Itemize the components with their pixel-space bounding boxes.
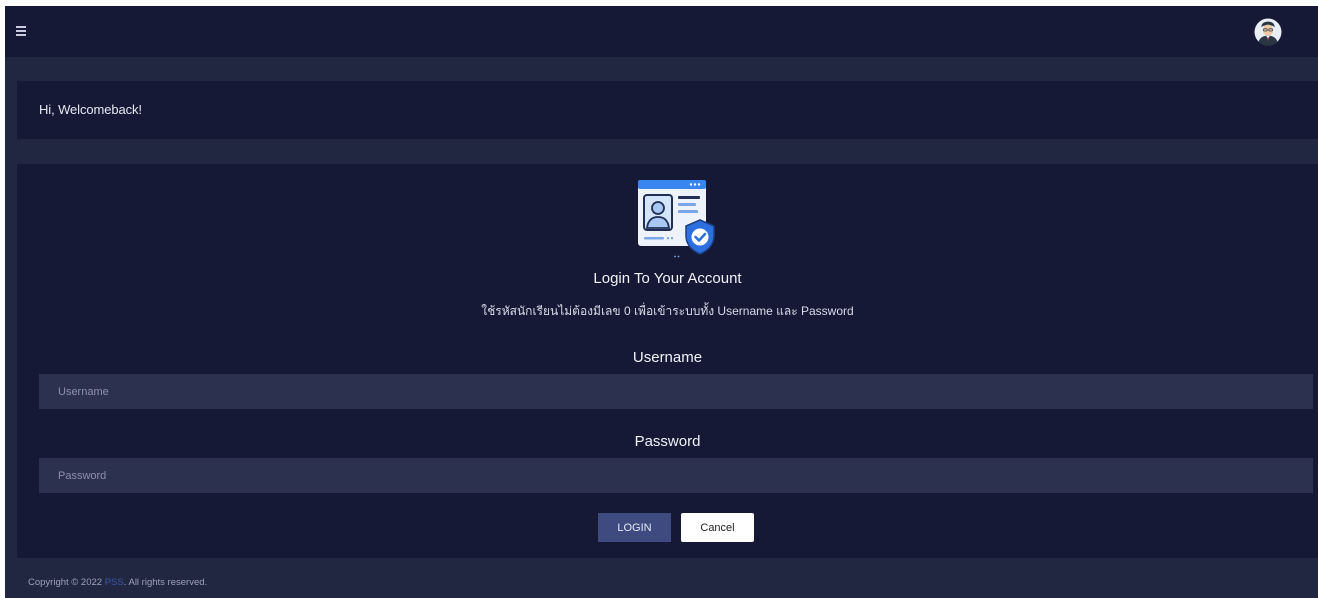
login-instruction: ใช้รหัสนักเรียนไม่ต้องมีเลข 0 เพื่อเข้าร…: [481, 304, 854, 318]
username-label: Username: [632, 349, 703, 366]
footer-copyright: Copyright © 2022 PSS. All rights reserve…: [28, 577, 207, 588]
welcome-card: Hi, Welcomeback!: [17, 81, 1318, 139]
app-frame: Hi, Welcomeback! Login To Your Account ใ…: [5, 6, 1318, 598]
hamburger-menu-icon[interactable]: [15, 23, 31, 39]
login-button[interactable]: LOGIN: [598, 513, 671, 542]
footer-link-pss[interactable]: PSS: [105, 577, 124, 588]
cancel-button[interactable]: Cancel: [681, 513, 754, 542]
footer-copyright-suffix: . All rights reserved.: [123, 577, 208, 588]
user-avatar-icon[interactable]: [1254, 18, 1282, 46]
password-input[interactable]: [39, 458, 1313, 493]
secure-login-profile-icon: [634, 178, 718, 260]
top-navbar: [5, 6, 1318, 57]
password-label: Password: [634, 433, 701, 450]
login-card: Login To Your Account ใช้รหัสนักเรียนไม่…: [17, 164, 1318, 558]
login-title: Login To Your Account: [593, 270, 742, 287]
username-input[interactable]: [39, 374, 1313, 409]
footer-copyright-prefix: Copyright © 2022: [28, 577, 105, 588]
welcome-message: Hi, Welcomeback!: [39, 102, 142, 117]
